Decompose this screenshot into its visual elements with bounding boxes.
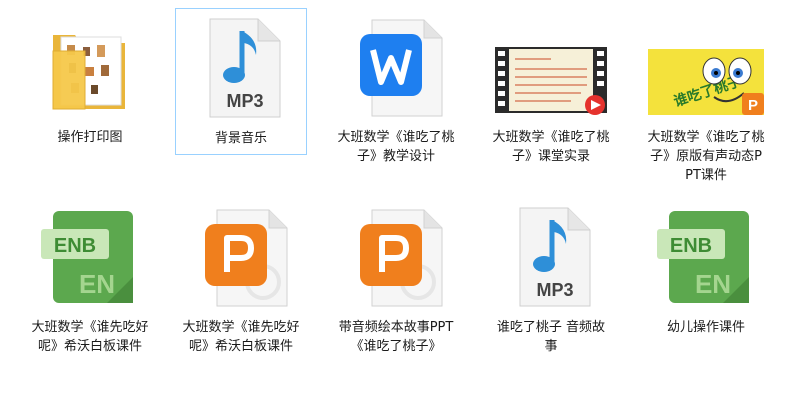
file-item-audio-picturebook[interactable]: 带音频绘本故事PPT《谁吃了桃子》 [330,198,462,356]
enb-badge: ENB [670,235,712,257]
mp3-type-label: MP3 [226,91,263,111]
file-name: 大班数学《谁吃了桃子》教学设计 [337,130,455,164]
enb-badge: ENB [54,235,96,257]
file-item-ppt-courseware[interactable]: 谁吃了桃子 P 大班数学《谁吃了桃子》原版有声动态PPT课件 [640,8,772,185]
svg-text:P: P [748,97,758,114]
mp3-audio-icon: MP3 [489,198,613,316]
file-item-wps-presentation[interactable]: 大班数学《谁先吃好呢》希沃白板课件 [175,198,307,356]
video-thumbnail-icon [489,8,613,126]
folder-icon [28,8,152,126]
file-item-kids-courseware[interactable]: ENB EN 幼儿操作课件 [640,198,772,337]
file-item-enb-courseware[interactable]: ENB EN 大班数学《谁先吃好呢》希沃白板课件 [24,198,156,356]
file-name: 大班数学《谁吃了桃子》课堂实录 [492,130,610,164]
enb-file-icon: ENB EN [28,198,152,316]
wps-presentation-icon [334,198,458,316]
file-item-teaching-design[interactable]: 大班数学《谁吃了桃子》教学设计 [330,8,462,166]
file-name: 谁吃了桃子 音频故事 [496,320,606,354]
file-name: 大班数学《谁先吃好呢》希沃白板课件 [182,320,300,354]
file-item-audio-story[interactable]: MP3 谁吃了桃子 音频故事 [485,198,617,356]
enb-file-icon: ENB EN [644,198,768,316]
en-label: EN [79,269,115,299]
file-name: 带音频绘本故事PPT《谁吃了桃子》 [338,320,454,354]
file-name: 幼儿操作课件 [666,320,745,335]
file-item-operation-print[interactable]: 操作打印图 [24,8,156,147]
file-name: 背景音乐 [214,131,267,146]
ppt-thumbnail-icon: 谁吃了桃子 P [644,8,768,126]
wps-writer-icon [334,8,458,126]
mp3-type-label: MP3 [536,280,573,300]
file-name: 大班数学《谁吃了桃子》原版有声动态PPT课件 [647,130,765,183]
file-item-classroom-record[interactable]: 大班数学《谁吃了桃子》课堂实录 [485,8,617,166]
mp3-audio-icon: MP3 [179,9,303,127]
file-name: 大班数学《谁先吃好呢》希沃白板课件 [31,320,149,354]
file-item-background-music[interactable]: MP3 背景音乐 [175,8,307,155]
en-label: EN [695,269,731,299]
wps-presentation-icon [179,198,303,316]
file-name: 操作打印图 [57,130,123,145]
